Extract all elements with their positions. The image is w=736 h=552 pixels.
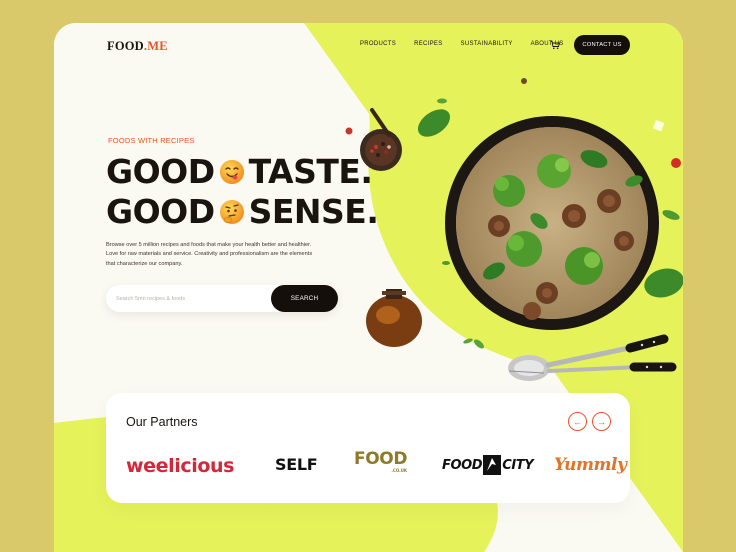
brand-name: FOOD [107, 39, 144, 53]
partner-logo-text: Yummly [554, 455, 627, 475]
brand-logo[interactable]: FOOD.ME [107, 39, 168, 54]
nav-recipes[interactable]: RECIPES [414, 41, 442, 47]
prev-partner-button[interactable]: ← [568, 412, 587, 431]
partner-logo-foodcity[interactable]: FOOD CITY [442, 455, 534, 475]
partner-logo-subtext: .CO.UK [391, 468, 408, 473]
arrow-right-icon: → [597, 416, 606, 427]
contact-us-button[interactable]: CONTACT US [574, 35, 630, 55]
partners-section: Our Partners ← → weelicious SELF FOOD .C… [106, 393, 630, 503]
partner-logo-text: weelicious [126, 455, 235, 477]
partner-logo-yummly[interactable]: Yummly [554, 455, 627, 475]
partner-logo-self[interactable]: SELF [275, 455, 318, 474]
partner-logo-food[interactable]: FOOD .CO.UK [354, 451, 407, 473]
partners-title: Our Partners [126, 415, 198, 429]
hero-headline-line1: GOOD TASTE. [106, 152, 373, 191]
headline-word: GOOD [106, 152, 215, 191]
foodcity-mark-icon [483, 455, 502, 475]
headline-word: GOOD [106, 192, 215, 231]
partner-logo-text: SELF [275, 455, 318, 474]
main-nav: PRODUCTS RECIPES SUSTAINABILITY ABOUT US [360, 41, 564, 47]
next-partner-button[interactable]: → [592, 412, 611, 431]
nav-products[interactable]: PRODUCTS [360, 41, 396, 47]
partner-logo-weelicious[interactable]: weelicious [126, 455, 234, 477]
salad-bowl [445, 116, 659, 330]
peppercorn-bowl [360, 108, 402, 171]
fork-and-spoon [508, 334, 677, 381]
food-bowl-image [345, 78, 683, 381]
partner-logo-text: FOOD [354, 449, 408, 469]
thinking-emoji-icon [219, 199, 244, 224]
hero-description: Browse over 5 million recipes and foods … [106, 242, 313, 267]
oil-jar [366, 289, 422, 347]
search-button[interactable]: SEARCH [271, 285, 338, 312]
hero-eyebrow: FOODS WITH RECIPES [108, 136, 195, 145]
arrow-left-icon: ← [573, 416, 582, 427]
cart-icon[interactable] [550, 40, 560, 50]
search-input[interactable] [116, 285, 266, 312]
landing-page: FOOD.ME PRODUCTS RECIPES SUSTAINABILITY … [54, 23, 683, 552]
nav-sustainability[interactable]: SUSTAINABILITY [461, 41, 513, 47]
partner-logo-text: CITY [502, 457, 534, 473]
brand-suffix: .ME [143, 39, 168, 53]
smiling-emoji-icon [219, 159, 244, 184]
partner-logo-text: FOOD [442, 457, 483, 473]
